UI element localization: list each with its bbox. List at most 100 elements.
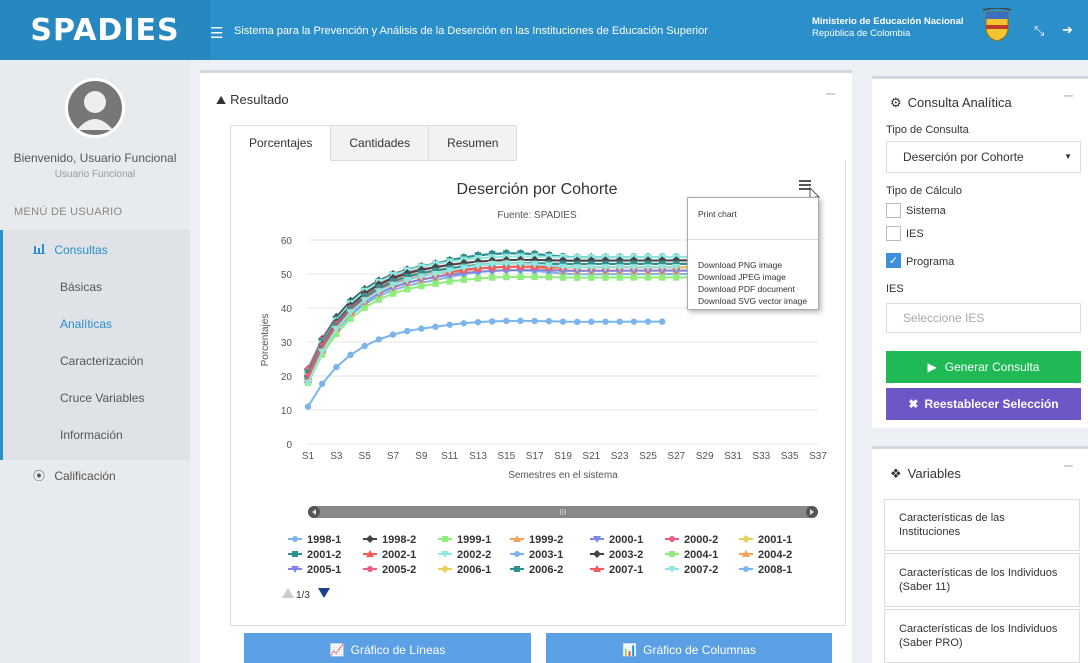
data-point [644,318,652,325]
chart-navigator[interactable]: III [308,506,818,518]
data-point [366,535,374,543]
legend-page-label: 1/3 [296,590,310,601]
variables-title-text: Variables [907,466,961,481]
legend-prev-icon [282,588,294,598]
legend-next-icon [318,588,330,598]
data-point [616,274,623,281]
menu-print-chart[interactable]: Print chart [698,209,737,219]
variable-item[interactable]: Características de los Individuos (Saber… [884,609,1080,663]
legend-item[interactable]: 2001-2 [288,549,341,561]
menu-download-jpeg[interactable]: Download JPEG image [698,272,786,282]
x-tick-label: S33 [752,451,770,462]
legend-item[interactable]: 2000-1 [590,534,643,546]
caret-down-icon: ▼ [1064,152,1072,161]
legend-item[interactable]: 2007-2 [665,564,718,576]
legend-item[interactable]: 2005-1 [288,564,341,576]
generate-query-button[interactable]: ▶ Generar Consulta [886,351,1081,383]
series-2005-1 [303,266,709,384]
y-tick-label: 60 [281,236,293,247]
legend-label: 2004-1 [684,549,718,561]
legend-item[interactable]: 2002-2 [438,549,491,561]
column-chart-button-label: Gráfico de Columnas [643,642,756,657]
collapse-icon[interactable]: – [826,85,835,103]
sidebar-item-cruce-variables[interactable]: Cruce Variables [3,391,193,405]
legend-label: 1999-1 [457,534,491,546]
legend-item[interactable]: 2003-1 [510,549,563,561]
tab-porcentajes[interactable]: Porcentajes [230,125,332,161]
sidebar-item-label: Calificación [54,469,116,483]
sidebar-item-informacion[interactable]: Información [3,428,193,442]
reset-selection-button[interactable]: ✖ Reestablecer Selección [886,388,1081,420]
legend-item[interactable]: 2000-2 [665,534,718,546]
legend-label: 2001-2 [307,549,341,561]
variables-collapse-icon[interactable]: – [1064,457,1073,475]
legend-pager[interactable]: 1/3 [282,588,330,601]
legend-label: 2002-1 [382,549,416,561]
hamburger-icon[interactable]: ☰ [210,24,223,42]
data-point [573,274,581,281]
data-point [503,273,510,281]
logout-icon[interactable]: ➜ [1062,22,1073,38]
data-point [644,274,652,281]
legend-item[interactable]: 1999-1 [438,534,491,546]
check-icon: ✓ [888,255,899,267]
menu-download-svg[interactable]: Download SVG vector image [698,296,807,306]
legend-item[interactable]: 2008-1 [739,564,792,576]
legend-item[interactable]: 2003-2 [590,549,643,561]
sidebar-item-consultas[interactable]: Consultas [3,243,193,257]
consulta-title: ⚙ Consulta Analítica [890,95,1012,111]
legend-item[interactable]: 2002-1 [363,549,416,561]
legend-item[interactable]: 2006-2 [510,564,563,576]
data-point [593,550,601,558]
legend-item[interactable]: 2004-1 [665,549,718,561]
data-point [367,566,373,572]
bar-chart-icon [33,243,51,257]
data-point [517,317,524,325]
consulta-collapse-icon[interactable]: – [1064,87,1073,105]
sidebar-item-analiticas[interactable]: Analíticas [3,317,193,331]
legend-label: 2003-2 [609,549,643,561]
legend-item[interactable]: 1998-2 [363,534,416,546]
column-chart-button[interactable]: 📊 Gráfico de Columnas [546,633,832,663]
series-line [307,319,663,408]
checkbox-sistema[interactable] [886,203,901,218]
expand-icon[interactable]: ⤡ [1034,23,1044,39]
legend-item[interactable]: 2005-2 [363,564,416,576]
checkbox-ies[interactable] [886,226,901,241]
variable-item[interactable]: Características de las Instituciones [884,499,1080,551]
legend-item[interactable]: 2006-1 [438,564,491,576]
brand-logo[interactable]: SPADIES [0,0,210,60]
data-point [333,363,340,371]
data-point [573,318,581,326]
ministry-label: Ministerio de Educación Nacional [812,16,964,27]
data-point [616,318,623,325]
data-point [514,566,520,572]
data-point [441,565,449,573]
sidebar-item-label: Consultas [54,243,108,257]
menu-download-pdf[interactable]: Download PDF document [698,284,795,294]
checkbox-programa[interactable]: ✓ [886,253,901,268]
sidebar-item-caracterizacion[interactable]: Caracterización [3,354,193,368]
data-point [743,566,749,572]
legend-item[interactable]: 1998-1 [288,534,341,546]
legend-item[interactable]: 2007-1 [590,564,643,576]
generate-query-label: Generar Consulta [944,360,1040,374]
legend-item[interactable]: 1999-2 [510,534,563,546]
data-point [658,318,666,325]
menu-download-png[interactable]: Download PNG image [698,260,782,270]
x-tick-label: S11 [441,451,458,462]
tipo-consulta-select[interactable]: Deserción por Cohorte ▼ [886,141,1081,173]
x-tick-label: S1 [302,451,315,462]
legend-label: 2000-2 [684,534,718,546]
legend-item[interactable]: 2004-2 [739,549,792,561]
tab-resumen[interactable]: Resumen [428,125,518,161]
sidebar-item-calificacion[interactable]: ⦿ Calificación [0,467,190,484]
ies-input[interactable]: Seleccione IES [886,303,1081,333]
column-chart-icon: 📊 [622,642,638,657]
menu-header: MENÚ DE USUARIO [14,206,123,218]
variable-item[interactable]: Características de los Individuos (Saber… [884,553,1080,607]
tab-cantidades[interactable]: Cantidades [330,125,430,161]
legend-item[interactable]: 2001-1 [739,534,792,546]
line-chart-button[interactable]: 📈 Gráfico de Líneas [244,633,531,663]
sidebar-item-basicas[interactable]: Básicas [3,280,193,294]
